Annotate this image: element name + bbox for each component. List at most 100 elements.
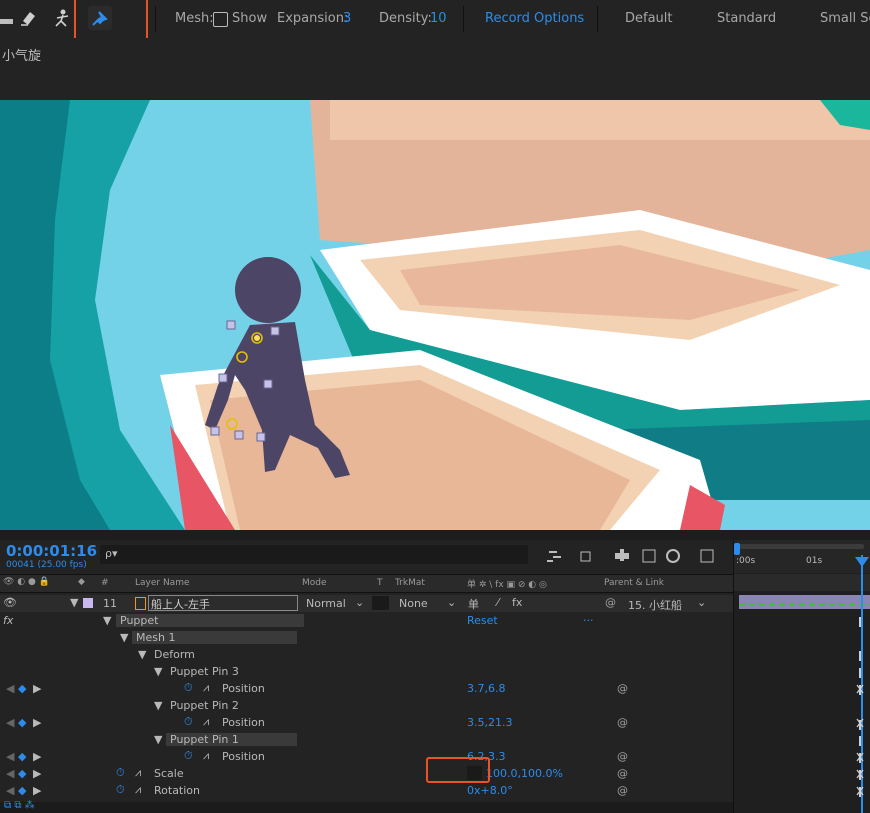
stopwatch-icon[interactable]: ⏱ <box>184 681 193 695</box>
playhead-handle[interactable] <box>855 557 869 567</box>
pin-3-label: Puppet Pin 3 <box>170 665 239 678</box>
puppet-pin-2-row[interactable]: ▼ Puppet Pin 2 <box>0 698 733 715</box>
pickwhip-icon[interactable]: @ <box>617 784 628 797</box>
composition-tab[interactable]: 小气旋 <box>2 45 41 64</box>
chevron-down-icon[interactable]: ⌄ <box>697 596 706 609</box>
visibility-eye-icon[interactable]: 👁 <box>3 596 17 609</box>
pin-1-label[interactable]: Puppet Pin 1 <box>166 733 297 746</box>
layer-duration-bar[interactable] <box>739 595 870 609</box>
scale-label: Scale <box>154 767 184 780</box>
layer-row[interactable]: 👁 ▼ 11 船上人-左手 Normal ⌄ None ⌄ 单 ⁄ fx @ 1… <box>0 595 733 612</box>
pin-2-position-value[interactable]: 3.5,21.3 <box>467 716 512 729</box>
twirl-down-icon[interactable]: ▼ <box>103 614 111 627</box>
graph-icon[interactable]: ⩘ <box>203 749 209 763</box>
density-value[interactable]: 10 <box>430 11 447 26</box>
pickwhip-icon[interactable]: @ <box>617 682 628 695</box>
scale-value[interactable]: 100.0,100.0% <box>486 767 563 780</box>
effect-options-link[interactable]: ... <box>583 611 594 624</box>
trkmat-select[interactable]: None <box>399 597 428 610</box>
record-options-button[interactable]: Record Options <box>485 11 584 26</box>
pin-2-position-row[interactable]: ◀ ◆ ▶ ⏱ ⩘ Position 3.5,21.3 @ <box>0 715 733 732</box>
keyframe-diamond-icon[interactable]: ◆ <box>18 716 26 729</box>
deform-row[interactable]: ▼ Deform <box>0 647 733 664</box>
next-keyframe-icon[interactable]: ▶ <box>33 767 41 780</box>
preserve-transparency-box[interactable] <box>372 596 389 610</box>
rotation-value[interactable]: 0x+8.0° <box>467 784 513 797</box>
search-input[interactable]: ρ▾ <box>100 545 528 564</box>
keyframe-markers[interactable] <box>856 615 868 800</box>
chevron-down-icon[interactable]: ⌄ <box>447 596 456 609</box>
puppet-pin-1-row[interactable]: ▼ Puppet Pin 1 <box>0 732 733 749</box>
keyframe-diamond-icon[interactable]: ◆ <box>18 767 26 780</box>
footer-toggle-icons[interactable]: ⧉ ⧉ ⁂ <box>4 800 35 811</box>
composition-viewer[interactable] <box>0 100 870 530</box>
column-switches: 单 ✲ \ fx ▣ ⊘ ◐ ◎ <box>467 580 547 590</box>
workspace-default[interactable]: Default <box>625 11 673 26</box>
work-area-bar[interactable] <box>736 544 864 549</box>
graph-icon[interactable]: ⩘ <box>203 715 209 729</box>
stopwatch-icon[interactable]: ⏱ <box>116 766 125 780</box>
prev-keyframe-icon[interactable]: ◀ <box>6 716 14 729</box>
twirl-down-icon[interactable]: ▼ <box>154 699 162 712</box>
composition-artwork <box>0 100 870 530</box>
keyframe-diamond-icon[interactable]: ◆ <box>18 784 26 797</box>
blend-mode-select[interactable]: Normal <box>306 597 346 610</box>
next-keyframe-icon[interactable]: ▶ <box>33 682 41 695</box>
mesh-label[interactable]: Mesh 1 <box>132 631 297 644</box>
puppet-pin-3-row[interactable]: ▼ Puppet Pin 3 <box>0 664 733 681</box>
timeline-switch-icons[interactable] <box>545 546 725 566</box>
graph-icon[interactable]: ⩘ <box>135 783 141 797</box>
workspace-small-screen[interactable]: Small Scr <box>820 11 870 26</box>
keyframe-diamond-icon[interactable]: ◆ <box>18 750 26 763</box>
pin-1-position-row[interactable]: ◀ ◆ ▶ ⏱ ⩘ Position 6.2,3.3 @ <box>0 749 733 766</box>
twirl-down-icon[interactable]: ▼ <box>120 631 128 644</box>
stopwatch-icon[interactable]: ⏱ <box>116 783 125 797</box>
prev-keyframe-icon[interactable]: ◀ <box>6 767 14 780</box>
prev-keyframe-icon[interactable]: ◀ <box>6 750 14 763</box>
mesh-row[interactable]: ▼ Mesh 1 <box>0 630 733 647</box>
stopwatch-icon[interactable]: ⏱ <box>184 715 193 729</box>
pin-3-position-value[interactable]: 3.7,6.8 <box>467 682 505 695</box>
prev-keyframe-icon[interactable]: ◀ <box>6 784 14 797</box>
rotation-row[interactable]: ◀ ◆ ▶ ⏱ ⩘ Rotation 0x+8.0° @ <box>0 783 733 800</box>
pickwhip-icon[interactable]: @ <box>617 767 628 780</box>
parent-select[interactable]: 15. 小红船 <box>628 597 682 613</box>
expansion-value[interactable]: 3 <box>343 11 351 26</box>
next-keyframe-icon[interactable]: ▶ <box>33 784 41 797</box>
chevron-down-icon[interactable]: ⌄ <box>355 596 364 609</box>
reset-link[interactable]: Reset <box>467 614 498 627</box>
twirl-down-icon[interactable]: ▼ <box>138 648 146 661</box>
next-keyframe-icon[interactable]: ▶ <box>33 750 41 763</box>
eraser-icon[interactable] <box>16 6 40 30</box>
time-ruler[interactable]: :00s 01s <box>734 540 870 573</box>
ruler-label-start: :00s <box>736 556 756 566</box>
twirl-down-icon[interactable]: ▼ <box>154 665 162 678</box>
show-mesh-checkbox[interactable] <box>213 12 228 27</box>
twirl-down-icon[interactable]: ▼ <box>154 733 162 746</box>
prev-keyframe-icon[interactable]: ◀ <box>6 682 14 695</box>
next-keyframe-icon[interactable]: ▶ <box>33 716 41 729</box>
pickwhip-icon[interactable]: @ <box>605 596 616 609</box>
twirl-down-icon[interactable]: ▼ <box>70 596 78 609</box>
puppet-effect-label[interactable]: Puppet <box>116 614 304 627</box>
current-time[interactable]: 0:00:01:16 <box>6 542 97 560</box>
graph-icon[interactable]: ⩘ <box>203 681 209 695</box>
layer-name[interactable]: 船上人-左手 <box>148 595 298 611</box>
fx-switch-icon[interactable]: fx <box>512 596 522 609</box>
pickwhip-icon[interactable]: @ <box>617 750 628 763</box>
roto-brush-icon[interactable] <box>50 6 74 30</box>
scale-row[interactable]: ◀ ◆ ▶ ⏱ ⩘ Scale 100.0,100.0% @ <box>0 766 733 783</box>
label-color-swatch[interactable] <box>83 598 93 608</box>
workspace-standard[interactable]: Standard <box>717 11 776 26</box>
pickwhip-icon[interactable]: @ <box>617 716 628 729</box>
stopwatch-icon[interactable]: ⏱ <box>184 749 193 763</box>
keyframe-diamond-icon[interactable]: ◆ <box>18 682 26 695</box>
graph-icon[interactable]: ⩘ <box>135 766 141 780</box>
effect-puppet-row[interactable]: fx ▼ Puppet Reset ... <box>0 611 733 630</box>
pin-3-position-row[interactable]: ◀ ◆ ▶ ⏱ ⩘ Position 3.7,6.8 @ <box>0 681 733 698</box>
column-layer-name[interactable]: Layer Name <box>135 578 190 588</box>
quality-switch-icon[interactable]: ⁄ <box>497 596 499 609</box>
work-area-start-handle[interactable] <box>734 543 740 555</box>
shy-switch-icon[interactable]: 单 <box>468 596 479 612</box>
timeline-graph-area[interactable]: :00s 01s <box>733 540 870 813</box>
